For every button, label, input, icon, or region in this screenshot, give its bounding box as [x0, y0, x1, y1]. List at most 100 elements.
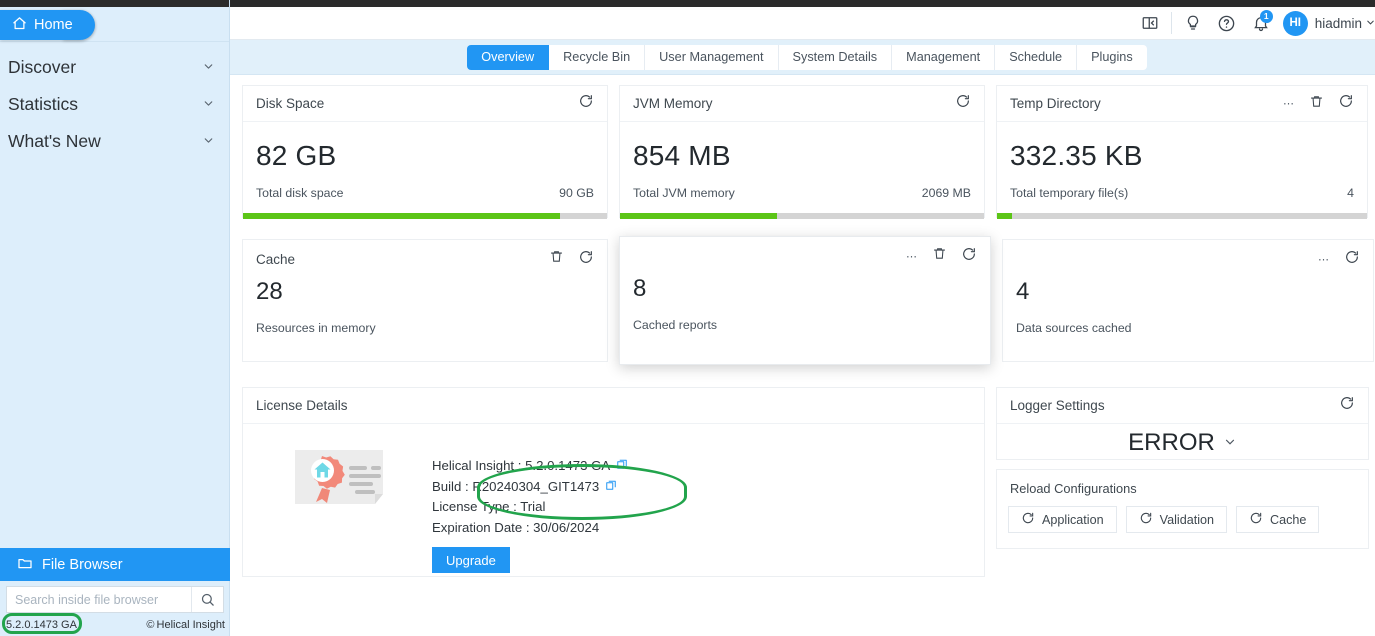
house-icon — [12, 16, 27, 35]
card-header-icons — [1339, 395, 1355, 416]
chevron-down-icon[interactable] — [202, 134, 215, 150]
card-header: Logger Settings — [997, 388, 1368, 424]
reload-validation-button[interactable]: Validation — [1125, 506, 1228, 533]
lightbulb-icon[interactable] — [1176, 7, 1210, 40]
avatar[interactable]: HI — [1282, 10, 1308, 36]
tab-user-management[interactable]: User Management — [645, 44, 779, 70]
copyright-label: © Helical Insight — [146, 619, 225, 631]
sidebar-item-statistics[interactable]: Statistics — [0, 86, 229, 123]
logger-level-select[interactable]: ERROR — [997, 424, 1368, 460]
card-header: JVM Memory — [620, 86, 984, 122]
help-circle-icon[interactable] — [1210, 7, 1244, 40]
sidebar-item-discover[interactable]: Discover — [0, 49, 229, 86]
panel-toggle-icon[interactable] — [1133, 7, 1167, 40]
admin-dashboard-page: › Home Discover Statistics — [0, 0, 1375, 636]
chevron-down-icon[interactable] — [202, 97, 215, 113]
home-label: Home — [34, 17, 73, 33]
file-browser-button[interactable]: File Browser — [0, 548, 230, 581]
license-product-text: Helical Insight : 5.2.0.1473 GA — [432, 458, 611, 473]
tab-system-details[interactable]: System Details — [778, 44, 893, 70]
card-header: Disk Space — [243, 86, 607, 122]
card-header-icons: ⋯ — [906, 246, 977, 267]
cache-count-label: Resources in memory — [256, 321, 376, 335]
more-dots-icon[interactable]: ⋯ — [1318, 253, 1330, 266]
certificate-icon — [289, 446, 392, 510]
refresh-icon[interactable] — [1338, 93, 1354, 114]
logger-column: Logger Settings ERROR Reload Configurati… — [996, 387, 1369, 577]
reload-cache-button[interactable]: Cache — [1236, 506, 1320, 533]
tab-schedule[interactable]: Schedule — [995, 44, 1078, 70]
cache-count-value: 28 — [256, 278, 283, 305]
sidebar-footer: 5.2.0.1473 GA © Helical Insight — [0, 613, 230, 636]
disk-space-subrow: Total disk space 90 GB — [243, 172, 607, 200]
jvm-memory-total: 2069 MB — [921, 186, 971, 200]
jvm-memory-value: 854 MB — [633, 140, 731, 171]
card-header-icons — [955, 93, 971, 114]
home-button[interactable]: Home — [0, 10, 95, 40]
license-build-text: Build : R20240304_GIT1473 — [432, 478, 600, 494]
trash-icon[interactable] — [1309, 94, 1324, 114]
sidebar-item-whats-new[interactable]: What's New — [0, 123, 229, 160]
card-title: Temp Directory — [1010, 96, 1101, 111]
search-icon[interactable] — [191, 587, 223, 612]
trash-icon[interactable] — [932, 246, 947, 266]
refresh-icon — [1139, 511, 1153, 528]
card-title: Cache — [256, 251, 296, 267]
more-dots-icon[interactable]: ⋯ — [906, 250, 918, 263]
reload-application-button[interactable]: Application — [1008, 506, 1117, 533]
disk-space-progress-fill — [243, 213, 560, 219]
sidebar-item-label: Discover — [8, 57, 77, 77]
license-text-block: Helical Insight : 5.2.0.1473 GA Build : … — [432, 446, 628, 573]
temp-directory-card: Temp Directory ⋯ 332.35 KB Total tempora… — [996, 85, 1368, 219]
cache-card-row: Cache 28 Resources in memory ⋯ 8 Cached … — [242, 236, 1374, 365]
user-menu[interactable]: hiadmin — [1315, 16, 1375, 31]
temp-directory-progress-track — [997, 213, 1367, 219]
cache-card: Cache 28 Resources in memory — [242, 239, 608, 362]
card-header: Cache — [243, 240, 607, 278]
refresh-icon[interactable] — [578, 249, 594, 270]
card-header-icons: ⋯ — [1318, 249, 1360, 270]
tab-list: Overview Recycle Bin User Management Sys… — [467, 44, 1147, 70]
copyright-text: Helical Insight — [156, 618, 225, 631]
jvm-memory-subrow: Total JVM memory 2069 MB — [620, 172, 984, 200]
card-header-icons — [578, 93, 594, 114]
reload-configurations-title: Reload Configurations — [1010, 481, 1137, 496]
upgrade-button[interactable]: Upgrade — [432, 547, 510, 573]
refresh-icon[interactable] — [955, 93, 971, 114]
copy-icon[interactable] — [616, 456, 628, 477]
tab-recycle-bin[interactable]: Recycle Bin — [549, 44, 646, 70]
trash-icon[interactable] — [549, 249, 564, 269]
version-label: 5.2.0.1473 GA — [6, 618, 77, 631]
metric-card-row: Disk Space 82 GB Total disk space 90 GB — [242, 85, 1374, 219]
copy-icon[interactable] — [605, 477, 617, 498]
card-title: License Details — [256, 398, 348, 413]
license-product-line: Helical Insight : 5.2.0.1473 GA — [432, 456, 628, 477]
disk-space-value: 82 GB — [256, 140, 337, 171]
refresh-icon[interactable] — [1339, 395, 1355, 416]
jvm-memory-label: Total JVM memory — [633, 186, 735, 200]
refresh-icon[interactable] — [1344, 249, 1360, 270]
temp-directory-value: 332.35 KB — [1010, 140, 1143, 171]
search-input[interactable] — [7, 587, 191, 612]
tab-management[interactable]: Management — [892, 44, 996, 70]
card-header-icons: ⋯ — [1283, 93, 1354, 114]
top-header-bar: 1 HI hiadmin — [230, 7, 1375, 40]
bell-icon[interactable]: 1 — [1244, 7, 1278, 40]
refresh-icon[interactable] — [578, 93, 594, 114]
license-expiration-line: Expiration Date : 30/06/2024 — [432, 519, 600, 535]
refresh-icon — [1021, 511, 1035, 528]
tab-plugins[interactable]: Plugins — [1077, 44, 1147, 70]
refresh-icon[interactable] — [961, 246, 977, 267]
jvm-memory-progress-track — [620, 213, 984, 219]
jvm-memory-card: JVM Memory 854 MB Total JVM memory 2069 … — [619, 85, 985, 219]
disk-space-label: Total disk space — [256, 186, 344, 200]
license-body: Helical Insight : 5.2.0.1473 GA Build : … — [243, 424, 984, 573]
logger-settings-card: Logger Settings ERROR — [996, 387, 1369, 460]
data-sources-cached-label: Data sources cached — [1016, 321, 1132, 335]
reload-button-label: Application — [1042, 512, 1104, 527]
overview-content: Disk Space 82 GB Total disk space 90 GB — [230, 75, 1375, 636]
tab-overview[interactable]: Overview — [467, 44, 550, 70]
more-dots-icon[interactable]: ⋯ — [1283, 97, 1295, 110]
chevron-down-icon[interactable] — [202, 60, 215, 76]
license-logger-row: License Details Helical Insight: 5.2.0.… — [242, 387, 1374, 577]
